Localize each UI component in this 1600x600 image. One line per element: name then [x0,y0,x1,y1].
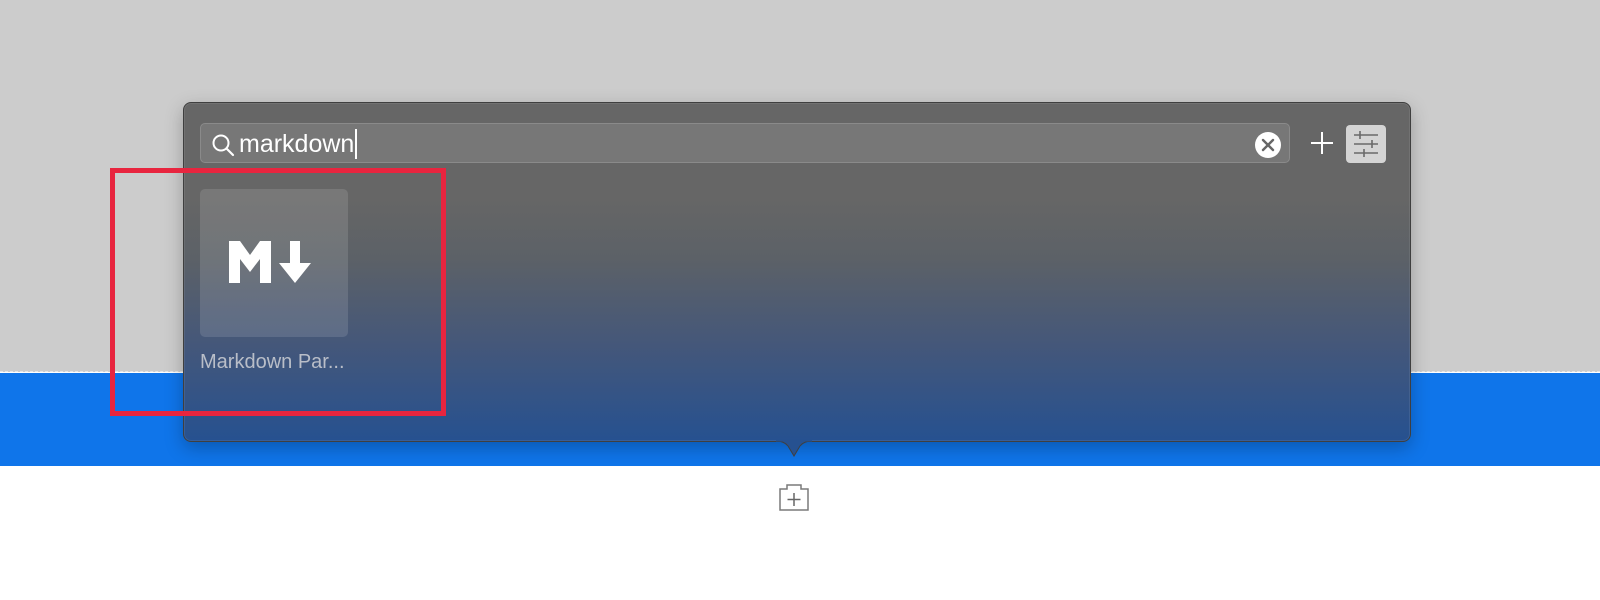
search-query: markdown [239,129,355,158]
highlight-annotation [110,168,446,416]
plus-icon[interactable] [1306,127,1338,159]
sliders-icon [1354,131,1378,157]
close-icon [1261,138,1275,152]
search-input[interactable]: markdown [239,129,358,159]
search-field[interactable]: markdown [200,123,1290,163]
text-caret [355,129,358,159]
clear-search-button[interactable] [1255,132,1281,158]
popover-arrow [776,440,812,457]
search-icon [212,134,235,157]
add-block-icon[interactable] [778,482,810,512]
filter-options-button[interactable] [1346,125,1386,163]
